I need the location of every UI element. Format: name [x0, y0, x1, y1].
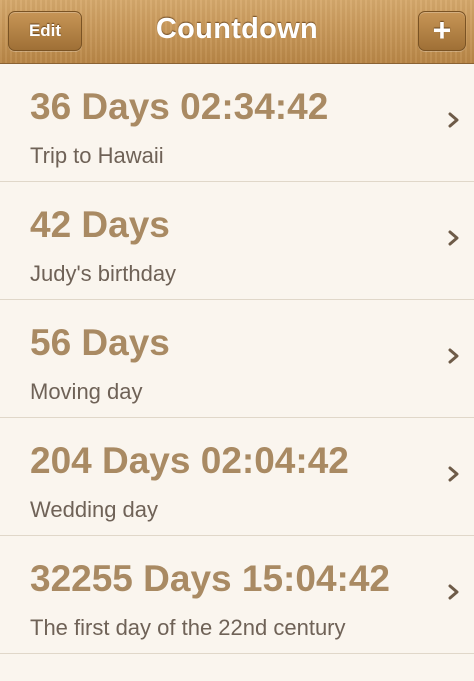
chevron-right-icon: [448, 584, 459, 600]
countdown-time: 56 Days: [30, 322, 170, 363]
page-title: Countdown: [155, 13, 319, 45]
list-bottom-area: [0, 654, 474, 681]
countdown-time: 42 Days: [30, 204, 170, 245]
event-label: The first day of the 22nd century: [30, 615, 346, 640]
list-item[interactable]: 204 Days 02:04:42 Wedding day: [0, 418, 474, 536]
navigation-bar: Edit Countdown +: [0, 0, 474, 64]
add-button[interactable]: +: [418, 11, 466, 51]
list-item[interactable]: 36 Days 02:34:42 Trip to Hawaii: [0, 64, 474, 182]
event-label: Moving day: [30, 379, 143, 404]
event-label: Wedding day: [30, 497, 159, 522]
countdown-time: 204 Days 02:04:42: [30, 440, 349, 481]
chevron-right-icon: [448, 348, 459, 364]
event-label: Judy's birthday: [30, 261, 177, 286]
countdown-list: 36 Days 02:34:42 Trip to Hawaii 42 Days …: [0, 64, 474, 654]
countdown-time: 36 Days 02:34:42: [30, 86, 329, 127]
chevron-right-icon: [448, 230, 459, 246]
chevron-right-icon: [448, 466, 459, 482]
list-item[interactable]: 56 Days Moving day: [0, 300, 474, 418]
list-item[interactable]: 42 Days Judy's birthday: [0, 182, 474, 300]
event-label: Trip to Hawaii: [30, 143, 164, 168]
list-item[interactable]: 32255 Days 15:04:42 The first day of the…: [0, 536, 474, 654]
chevron-right-icon: [448, 112, 459, 128]
countdown-time: 32255 Days 15:04:42: [30, 558, 391, 599]
